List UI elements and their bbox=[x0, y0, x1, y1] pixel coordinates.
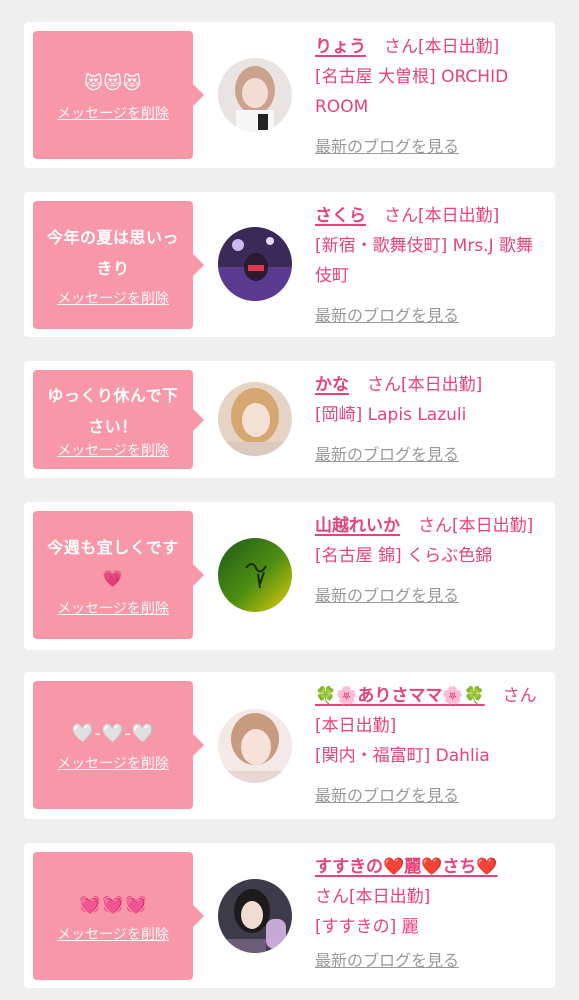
message-bubble: ゆっくり休んで下さい！ メッセージを削除 bbox=[33, 370, 204, 469]
blog-link[interactable]: 最新のブログを見る bbox=[315, 301, 549, 331]
cast-name-link[interactable]: りょう bbox=[315, 37, 366, 57]
delete-message-link[interactable]: メッセージを削除 bbox=[57, 442, 169, 460]
entry-info: 山越れいか さん[本日出勤] [名古屋 錦] くらぶ色錦 最新のブログを見る bbox=[315, 511, 549, 611]
avatar[interactable] bbox=[218, 879, 292, 953]
cast-name-link[interactable]: 🍀🌸ありさママ🌸🍀 bbox=[315, 686, 485, 706]
status-text: さん[本日出勤] bbox=[367, 375, 483, 395]
delete-message-link[interactable]: メッセージを削除 bbox=[57, 290, 169, 308]
shop-info: [岡崎] Lapis Lazuli bbox=[315, 405, 467, 425]
message-card: 🤍-🤍-🤍 メッセージを削除 🍀🌸ありさママ🌸🍀 さん[本日出勤] [関内・福富町… bbox=[24, 672, 555, 819]
delete-message-link[interactable]: メッセージを削除 bbox=[57, 926, 169, 944]
shop-info: [すすきの] 麗 bbox=[315, 917, 419, 937]
shop-info: [新宿・歌舞伎町] Mrs.J 歌舞伎町 bbox=[315, 236, 534, 286]
entry-info: すすきの❤️麗❤️さち❤️ さん[本日出勤] [すすきの] 麗 最新のブログを見… bbox=[315, 852, 549, 976]
message-bubble: 💓💓💓 メッセージを削除 bbox=[33, 852, 204, 980]
message-card: 💓💓💓 メッセージを削除 すすきの❤️麗❤️さち❤️ さん[本日出勤] [すすき… bbox=[24, 843, 555, 988]
status-text: さん[本日出勤] bbox=[418, 516, 534, 536]
blog-link[interactable]: 最新のブログを見る bbox=[315, 946, 549, 976]
avatar[interactable] bbox=[218, 538, 292, 612]
message-text: ゆっくり休んで下さい！ bbox=[47, 385, 179, 436]
message-card: 😻😻😻 メッセージを削除 りょう さん[本日出勤] [名古屋 大曽根] ORCHI… bbox=[24, 22, 555, 168]
message-card: ゆっくり休んで下さい！ メッセージを削除 かな さん[本日出勤] [岡崎] Lap… bbox=[24, 361, 555, 478]
avatar[interactable] bbox=[218, 709, 292, 783]
blog-link[interactable]: 最新のブログを見る bbox=[315, 440, 549, 470]
message-text: 🤍-🤍-🤍 bbox=[71, 722, 155, 744]
status-text: さん[本日出勤] bbox=[384, 37, 500, 57]
blog-link[interactable]: 最新のブログを見る bbox=[315, 132, 549, 162]
message-bubble: 😻😻😻 メッセージを削除 bbox=[33, 31, 204, 159]
message-card: 今週も宜しくです💗 メッセージを削除 山越れいか さん[本日出勤] [名古屋 錦] bbox=[24, 502, 555, 650]
entry-info: さくら さん[本日出勤] [新宿・歌舞伎町] Mrs.J 歌舞伎町 最新のブログを… bbox=[315, 201, 549, 331]
entry-info: 🍀🌸ありさママ🌸🍀 さん[本日出勤] [関内・福富町] Dahlia 最新のブログ… bbox=[315, 681, 549, 811]
shop-info: [関内・福富町] Dahlia bbox=[315, 746, 490, 766]
shop-info: [名古屋 錦] くらぶ色錦 bbox=[315, 546, 493, 566]
entry-info: りょう さん[本日出勤] [名古屋 大曽根] ORCHID ROOM 最新のブログ… bbox=[315, 32, 549, 162]
delete-message-link[interactable]: メッセージを削除 bbox=[57, 105, 169, 123]
status-text: さん[本日出勤] bbox=[315, 887, 431, 907]
shop-info: [名古屋 大曽根] ORCHID ROOM bbox=[315, 67, 509, 117]
blog-link[interactable]: 最新のブログを見る bbox=[315, 581, 549, 611]
message-text: 😻😻😻 bbox=[84, 72, 142, 94]
message-bubble: 今年の夏は思いっきり メッセージを削除 bbox=[33, 201, 204, 329]
blog-link[interactable]: 最新のブログを見る bbox=[315, 781, 549, 811]
message-bubble: 🤍-🤍-🤍 メッセージを削除 bbox=[33, 681, 204, 809]
cast-name-link[interactable]: かな bbox=[315, 375, 349, 395]
cast-name-link[interactable]: すすきの❤️麗❤️さち❤️ bbox=[315, 857, 498, 877]
message-bubble: 今週も宜しくです💗 メッセージを削除 bbox=[33, 511, 204, 639]
message-text: 今週も宜しくです💗 bbox=[47, 538, 179, 588]
message-text: 💓💓💓 bbox=[78, 893, 148, 915]
cast-name-link[interactable]: 山越れいか bbox=[315, 516, 400, 536]
delete-message-link[interactable]: メッセージを削除 bbox=[57, 755, 169, 773]
avatar[interactable] bbox=[218, 382, 292, 456]
status-text: さん[本日出勤] bbox=[384, 206, 500, 226]
cast-name-link[interactable]: さくら bbox=[315, 206, 366, 226]
entry-info: かな さん[本日出勤] [岡崎] Lapis Lazuli 最新のブログを見る bbox=[315, 370, 549, 470]
message-list: 😻😻😻 メッセージを削除 りょう さん[本日出勤] [名古屋 大曽根] ORCHI… bbox=[0, 0, 579, 1000]
delete-message-link[interactable]: メッセージを削除 bbox=[57, 600, 169, 618]
avatar[interactable] bbox=[218, 58, 292, 132]
message-card: 今年の夏は思いっきり メッセージを削除 さくら さん[本日出勤] [新宿・歌舞伎町… bbox=[24, 192, 555, 337]
message-text: 今年の夏は思いっきり bbox=[46, 228, 179, 278]
avatar[interactable] bbox=[218, 227, 292, 301]
